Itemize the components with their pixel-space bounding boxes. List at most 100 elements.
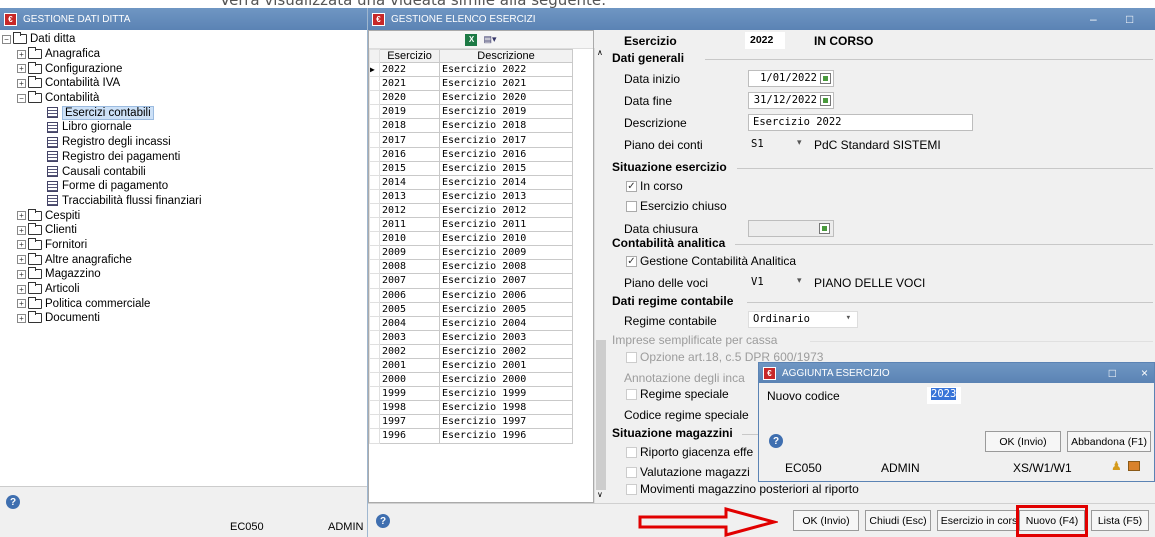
table-row[interactable]: 2010 Esercizio 2010	[369, 231, 573, 247]
tree-item[interactable]: − Contabilità	[2, 91, 362, 106]
table-row[interactable]: 2002 Esercizio 2002	[369, 343, 573, 359]
expand-icon[interactable]: +	[17, 313, 26, 323]
table-row[interactable]: 2019 Esercizio 2019	[369, 104, 573, 120]
regime-select[interactable]: Ordinario ▾	[748, 311, 858, 328]
valutazione-magazzino-checkbox[interactable]	[626, 467, 637, 478]
filter-icon[interactable]: ▤▾	[483, 34, 496, 45]
table-row[interactable]: 2007 Esercizio 2007	[369, 273, 573, 289]
maximize-icon[interactable]: □	[1109, 366, 1116, 380]
popup-titlebar[interactable]: € AGGIUNTA ESERCIZIO □ ×	[759, 363, 1154, 383]
main-titlebar[interactable]: € GESTIONE ELENCO ESERCIZI	[368, 8, 1155, 30]
piano-conti-dropdown-icon[interactable]: ▾	[797, 137, 802, 148]
descrizione-input[interactable]: Esercizio 2022	[748, 114, 973, 131]
table-row[interactable]: 1999 Esercizio 1999	[369, 386, 573, 402]
table-row[interactable]: 2006 Esercizio 2006	[369, 287, 573, 303]
table-row[interactable]: 2012 Esercizio 2012	[369, 202, 573, 219]
expand-icon[interactable]: +	[17, 211, 26, 221]
gestione-analitica-checkbox[interactable]: ✓	[626, 256, 637, 267]
tree-item[interactable]: Tracciabilità flussi finanziari	[2, 194, 362, 209]
table-row[interactable]: 2000 Esercizio 2000	[369, 372, 573, 388]
table-row[interactable]: 2009 Esercizio 2009	[369, 245, 573, 261]
minimize-icon[interactable]: –	[1090, 8, 1097, 30]
table-row[interactable]: 2011 Esercizio 2011	[369, 217, 573, 233]
tree-item[interactable]: + Configurazione	[2, 61, 362, 76]
piano-conti-code[interactable]: S1	[751, 138, 764, 150]
help-icon[interactable]: ?	[6, 495, 20, 509]
tree-item[interactable]: Registro degli incassi	[2, 135, 362, 150]
tree-item[interactable]: Esercizi contabili	[2, 105, 362, 120]
tree-item[interactable]: − Dati ditta	[2, 32, 362, 47]
table-row[interactable]: 2004 Esercizio 2004	[369, 315, 573, 331]
tree-item[interactable]: Registro dei pagamenti	[2, 150, 362, 165]
opzione-art18-checkbox[interactable]	[626, 352, 637, 363]
expand-icon[interactable]: +	[17, 78, 26, 88]
table-row[interactable]: 1997 Esercizio 1997	[369, 414, 573, 430]
tree-item[interactable]: + Altre anagrafiche	[2, 252, 362, 267]
expand-icon[interactable]: +	[17, 64, 26, 74]
tree-item[interactable]: + Documenti	[2, 311, 362, 326]
ok-button[interactable]: OK (Invio)	[793, 510, 859, 531]
tree-item[interactable]: + Contabilità IVA	[2, 76, 362, 91]
tree-item[interactable]: + Articoli	[2, 282, 362, 297]
expand-icon[interactable]: +	[17, 269, 26, 279]
table-row[interactable]: 1998 Esercizio 1998	[369, 400, 573, 416]
tree-item[interactable]: Libro giornale	[2, 120, 362, 135]
calendar-icon[interactable]	[820, 73, 831, 84]
tree-item[interactable]: + Magazzino	[2, 267, 362, 282]
table-row[interactable]: 2008 Esercizio 2008	[369, 259, 573, 275]
table-row[interactable]: 2001 Esercizio 2001	[369, 357, 573, 374]
movimenti-magazzino-checkbox[interactable]	[626, 484, 637, 495]
expand-icon[interactable]: +	[17, 240, 26, 250]
expand-icon[interactable]: +	[17, 284, 26, 294]
expand-icon[interactable]: +	[17, 255, 26, 265]
table-row[interactable]: ▶ 2022 Esercizio 2022	[369, 61, 573, 78]
left-titlebar[interactable]: € GESTIONE DATI DITTA	[0, 8, 367, 30]
tree-item[interactable]: + Politica commerciale	[2, 296, 362, 311]
collapse-icon[interactable]: −	[17, 93, 26, 103]
table-row[interactable]: 1996 Esercizio 1996	[369, 428, 573, 444]
piano-voci-dropdown-icon[interactable]: ▾	[797, 275, 802, 286]
table-row[interactable]: 2003 Esercizio 2003	[369, 329, 573, 345]
tree-item[interactable]: + Cespiti	[2, 208, 362, 223]
tree-item[interactable]: + Fornitori	[2, 237, 362, 253]
tree-item[interactable]: Causali contabili	[2, 164, 362, 179]
expand-icon[interactable]: +	[17, 49, 26, 59]
table-row[interactable]: 2013 Esercizio 2013	[369, 188, 573, 204]
regime-speciale-checkbox[interactable]	[626, 389, 637, 400]
scroll-up-icon[interactable]: ∧	[597, 48, 603, 57]
riporto-giacenza-checkbox[interactable]	[626, 447, 637, 458]
col-header-esercizio[interactable]: Esercizio	[379, 49, 440, 63]
calendar-icon[interactable]	[820, 95, 831, 106]
table-row[interactable]: 2015 Esercizio 2015	[369, 160, 573, 176]
in-corso-checkbox[interactable]: ✓	[626, 181, 637, 192]
col-header-descrizione[interactable]: Descrizione	[439, 49, 573, 63]
help-icon[interactable]: ?	[769, 434, 783, 448]
tree-item[interactable]: + Anagrafica	[2, 47, 362, 62]
abbandona-button[interactable]: Abbandona (F1)	[1067, 431, 1151, 452]
chiudi-button[interactable]: Chiudi (Esc)	[865, 510, 931, 531]
table-row[interactable]: 2016 Esercizio 2016	[369, 146, 573, 162]
grid-scrollbar[interactable]: ∧ ∨	[594, 48, 606, 504]
scroll-down-icon[interactable]: ∨	[597, 490, 603, 499]
table-row[interactable]: 2021 Esercizio 2021	[369, 76, 573, 92]
table-row[interactable]: 2017 Esercizio 2017	[369, 132, 573, 148]
maximize-icon[interactable]: □	[1126, 8, 1133, 30]
lista-button[interactable]: Lista (F5)	[1091, 510, 1149, 531]
excel-export-icon[interactable]: X	[465, 33, 478, 46]
collapse-icon[interactable]: −	[2, 34, 11, 44]
piano-voci-code[interactable]: V1	[751, 276, 764, 288]
tree-item[interactable]: Forme di pagamento	[2, 179, 362, 194]
table-row[interactable]: 2020 Esercizio 2020	[369, 90, 573, 106]
tree-item[interactable]: + Clienti	[2, 223, 362, 238]
calendar-icon[interactable]	[819, 223, 830, 234]
scroll-thumb[interactable]	[596, 340, 606, 490]
table-row[interactable]: 2018 Esercizio 2018	[369, 118, 573, 134]
help-icon[interactable]: ?	[376, 514, 390, 528]
esercizio-chiuso-checkbox[interactable]	[626, 201, 637, 212]
expand-icon[interactable]: +	[17, 299, 26, 309]
nuovo-codice-input[interactable]: 2023	[927, 387, 961, 404]
close-icon[interactable]: ×	[1141, 366, 1148, 380]
popup-ok-button[interactable]: OK (Invio)	[985, 431, 1061, 452]
esercizio-code-field[interactable]: 2022	[745, 32, 785, 49]
expand-icon[interactable]: +	[17, 225, 26, 235]
